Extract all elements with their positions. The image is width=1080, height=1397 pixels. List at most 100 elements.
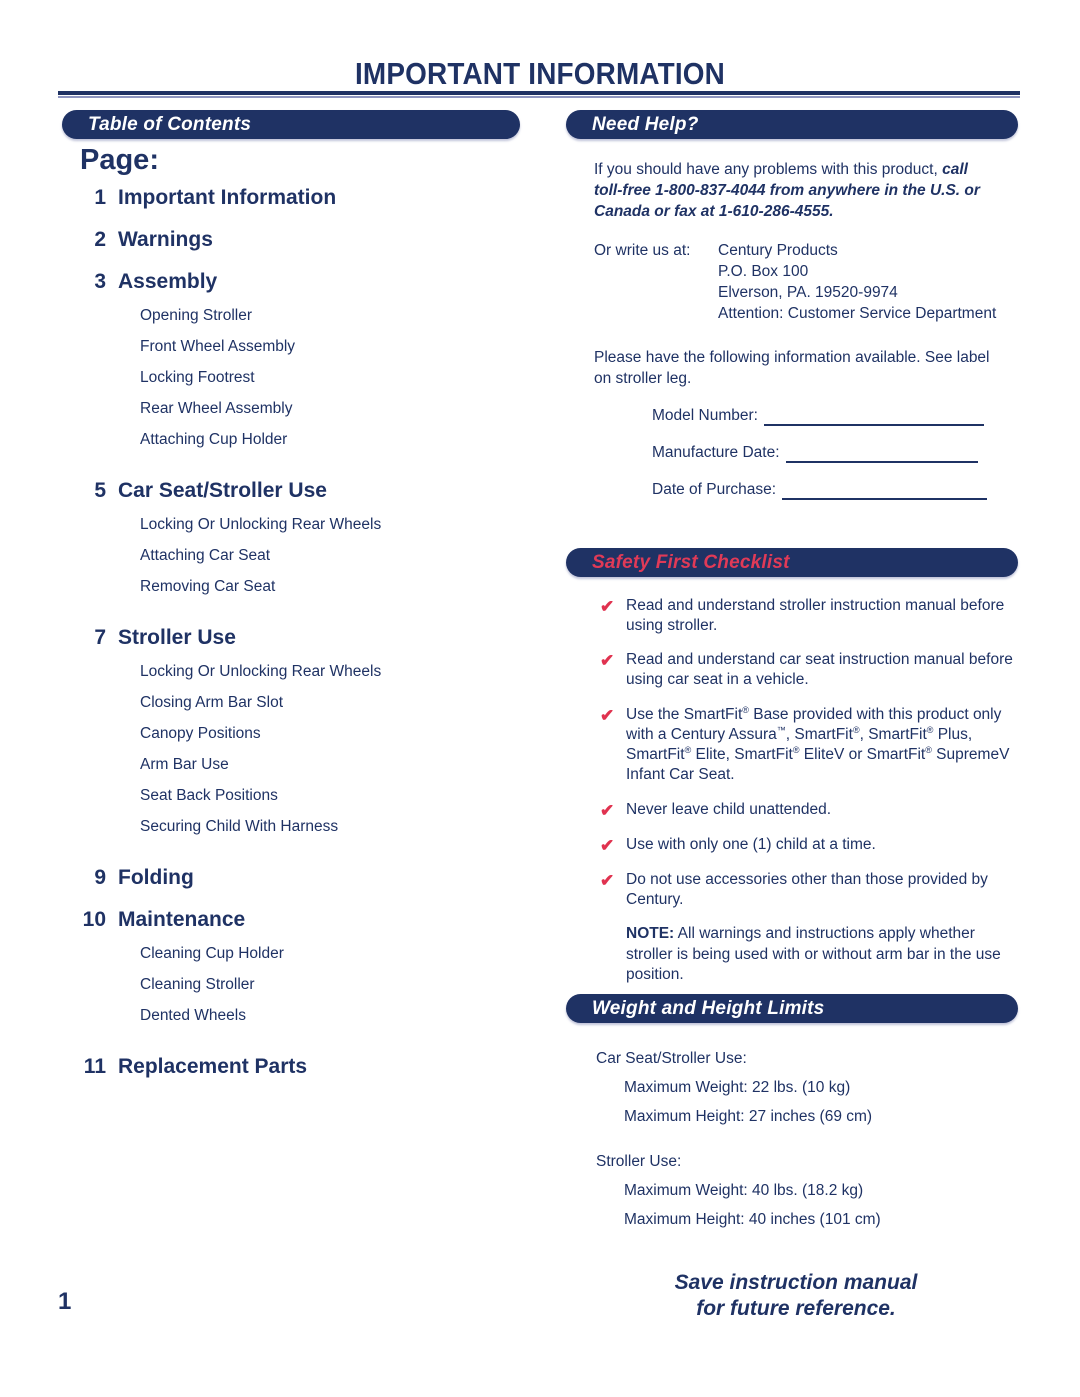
- checklist-item-text: Use with only one (1) child at a time.: [626, 835, 876, 853]
- weight-height-limits-label: Weight and Height Limits: [592, 997, 825, 1019]
- toc-subitem-group: Cleaning Cup Holder Cleaning Stroller De…: [62, 945, 532, 1025]
- limits-row: Maximum Height: 27 inches (69 cm): [624, 1108, 873, 1126]
- limits-group-name: Stroller Use:: [596, 1153, 682, 1171]
- toc-entry-number: 11: [83, 1055, 106, 1078]
- toc-subitem[interactable]: Cleaning Cup Holder: [140, 945, 532, 963]
- limits-row: Maximum Weight: 22 lbs. (10 kg): [624, 1079, 851, 1097]
- write-us-label: Or write us at:: [594, 242, 691, 260]
- registered-icon: ®: [742, 704, 749, 715]
- toc-subitem[interactable]: Closing Arm Bar Slot: [140, 694, 532, 712]
- save-note-line-2: for future reference.: [696, 1297, 896, 1321]
- address-line: P.O. Box 100: [718, 263, 809, 281]
- smartfit-line1-b: Base provided with this product: [748, 705, 969, 723]
- toc-subitem[interactable]: Attaching Cup Holder: [140, 431, 532, 449]
- section-header-weight-and-height-limits: Weight and Height Limits: [566, 994, 1018, 1023]
- smartfit-line2-c: , SmartFit: [859, 726, 927, 744]
- checklist-item-smartfit: ✔ Use the SmartFit® Base provided with t…: [566, 705, 1018, 786]
- toc-entry-title: Warnings: [118, 228, 213, 251]
- checklist-item-text: Read and understand car seat instruction…: [626, 651, 1013, 689]
- toc-entry[interactable]: 5 Car Seat/Stroller Use: [62, 479, 532, 503]
- address-line: Elverson, PA. 19520-9974: [718, 284, 898, 302]
- toc-subitem[interactable]: Locking Footrest: [140, 369, 532, 387]
- manufacture-date-field-row: Manufacture Date:: [652, 442, 1018, 463]
- toc-entry-title: Replacement Parts: [118, 1055, 308, 1078]
- check-icon: ✔: [600, 800, 615, 820]
- registered-icon: ®: [925, 745, 932, 756]
- table-of-contents-label: Table of Contents: [88, 113, 252, 135]
- limits-group-name: Car Seat/Stroller Use:: [596, 1050, 747, 1067]
- toc-entry[interactable]: 11 Replacement Parts: [62, 1055, 532, 1079]
- toc-subitem[interactable]: Canopy Positions: [140, 725, 532, 743]
- toc-entry-number: 9: [94, 866, 106, 889]
- manufacture-date-input[interactable]: [785, 447, 978, 463]
- info-available-note: Please have the following information av…: [594, 347, 1018, 389]
- toc-entry-title: Car Seat/Stroller Use: [118, 479, 327, 502]
- limits-body: Car Seat/Stroller Use: Maximum Weight: 2…: [566, 1034, 1018, 1230]
- model-number-label: Model Number:: [652, 406, 758, 424]
- safety-checklist-body: ✔ Read and understand stroller instructi…: [566, 582, 1018, 985]
- toc-entry-number: 1: [94, 186, 106, 209]
- toc-subitem[interactable]: Locking Or Unlocking Rear Wheels: [140, 516, 532, 534]
- address-lines: Century Products P.O. Box 100 Elverson, …: [718, 240, 996, 324]
- checklist-item-text: Never leave child unattended.: [626, 800, 832, 818]
- checklist-item: ✔ Read and understand car seat instructi…: [566, 650, 1018, 690]
- toc-entry[interactable]: 9 Folding: [62, 866, 532, 890]
- toc-subitem[interactable]: Locking Or Unlocking Rear Wheels: [140, 663, 532, 681]
- smartfit-line3-a: SmartFit: [626, 746, 685, 764]
- toc-subitem[interactable]: Removing Car Seat: [140, 578, 532, 596]
- date-of-purchase-input[interactable]: [782, 484, 988, 500]
- toc-subitem[interactable]: Opening Stroller: [140, 307, 532, 325]
- document-page: IMPORTANT INFORMATION Table of Contents …: [0, 0, 1080, 1397]
- checklist-item: ✔ Read and understand stroller instructi…: [566, 596, 1018, 636]
- address-line: Attention: Customer Service Department: [718, 305, 997, 323]
- model-number-input[interactable]: [763, 410, 984, 426]
- toc-entry-number: 5: [94, 479, 106, 502]
- section-header-need-help: Need Help?: [566, 110, 1018, 139]
- toc-subitem[interactable]: Arm Bar Use: [140, 756, 532, 774]
- smartfit-line2-b: , SmartFit: [785, 726, 853, 744]
- toc-entry-title: Assembly: [118, 270, 218, 293]
- limits-row: Maximum Weight: 40 lbs. (18.2 kg): [624, 1182, 864, 1200]
- smartfit-line2-d: Plus,: [933, 726, 973, 744]
- need-help-intro-emph-1: call: [942, 161, 968, 178]
- toc-entry-title: Maintenance: [118, 908, 246, 931]
- title-rule-thick: [58, 91, 1020, 95]
- need-help-label: Need Help?: [592, 113, 699, 135]
- table-of-contents-list: 1 Important Information 2 Warnings 3 Ass…: [62, 186, 532, 1079]
- toc-subitem[interactable]: Dented Wheels: [140, 1007, 532, 1025]
- need-help-intro-emph-2: toll-free 1-800-837-4044 from anywhere i…: [594, 182, 980, 200]
- section-header-table-of-contents: Table of Contents: [62, 110, 520, 139]
- toc-entry[interactable]: 1 Important Information: [62, 186, 532, 210]
- toc-subitem[interactable]: Securing Child With Harness: [140, 818, 532, 836]
- toc-subitem-group: Locking Or Unlocking Rear Wheels Closing…: [62, 663, 532, 836]
- checklist-item: ✔ Do not use accessories other than thos…: [566, 870, 1018, 910]
- checklist-item: ✔ Use with only one (1) child at a time.: [566, 835, 1018, 856]
- smartfit-line3-d: SupremeV: [931, 746, 1010, 764]
- info-available-line-2: on stroller leg.: [594, 369, 692, 387]
- smartfit-line1-a: Use the SmartFit: [626, 705, 743, 723]
- toc-entry[interactable]: 10 Maintenance: [62, 908, 532, 932]
- toc-entry-title: Folding: [118, 866, 194, 889]
- title-rule-thin: [58, 96, 1020, 98]
- info-available-line-1: Please have the following information av…: [594, 348, 990, 366]
- date-of-purchase-label: Date of Purchase:: [652, 480, 777, 498]
- date-of-purchase-field-row: Date of Purchase:: [652, 479, 1018, 500]
- model-number-field-row: Model Number:: [652, 405, 1018, 426]
- toc-subitem[interactable]: Front Wheel Assembly: [140, 338, 532, 356]
- toc-entry[interactable]: 2 Warnings: [62, 228, 532, 252]
- toc-subitem[interactable]: Cleaning Stroller: [140, 976, 532, 994]
- toc-entry-title: Stroller Use: [118, 626, 236, 649]
- limits-row: Maximum Height: 40 inches (101 cm): [624, 1211, 881, 1229]
- checklist-item-text: Do not use accessories other than those …: [626, 871, 988, 909]
- toc-entry-number: 10: [82, 908, 106, 931]
- page-title: IMPORTANT INFORMATION: [354, 56, 726, 91]
- safety-note: NOTE: All warnings and instructions appl…: [626, 924, 1018, 984]
- need-help-intro-emph-3: Canada or fax at 1-610-286-4555.: [594, 203, 834, 221]
- toc-entry[interactable]: 3 Assembly: [62, 270, 532, 294]
- toc-entry-number: 2: [94, 228, 106, 251]
- checklist-item: ✔ Never leave child unattended.: [566, 800, 1018, 821]
- toc-subitem[interactable]: Attaching Car Seat: [140, 547, 532, 565]
- toc-entry[interactable]: 7 Stroller Use: [62, 626, 532, 650]
- toc-subitem[interactable]: Rear Wheel Assembly: [140, 400, 532, 418]
- toc-subitem[interactable]: Seat Back Positions: [140, 787, 532, 805]
